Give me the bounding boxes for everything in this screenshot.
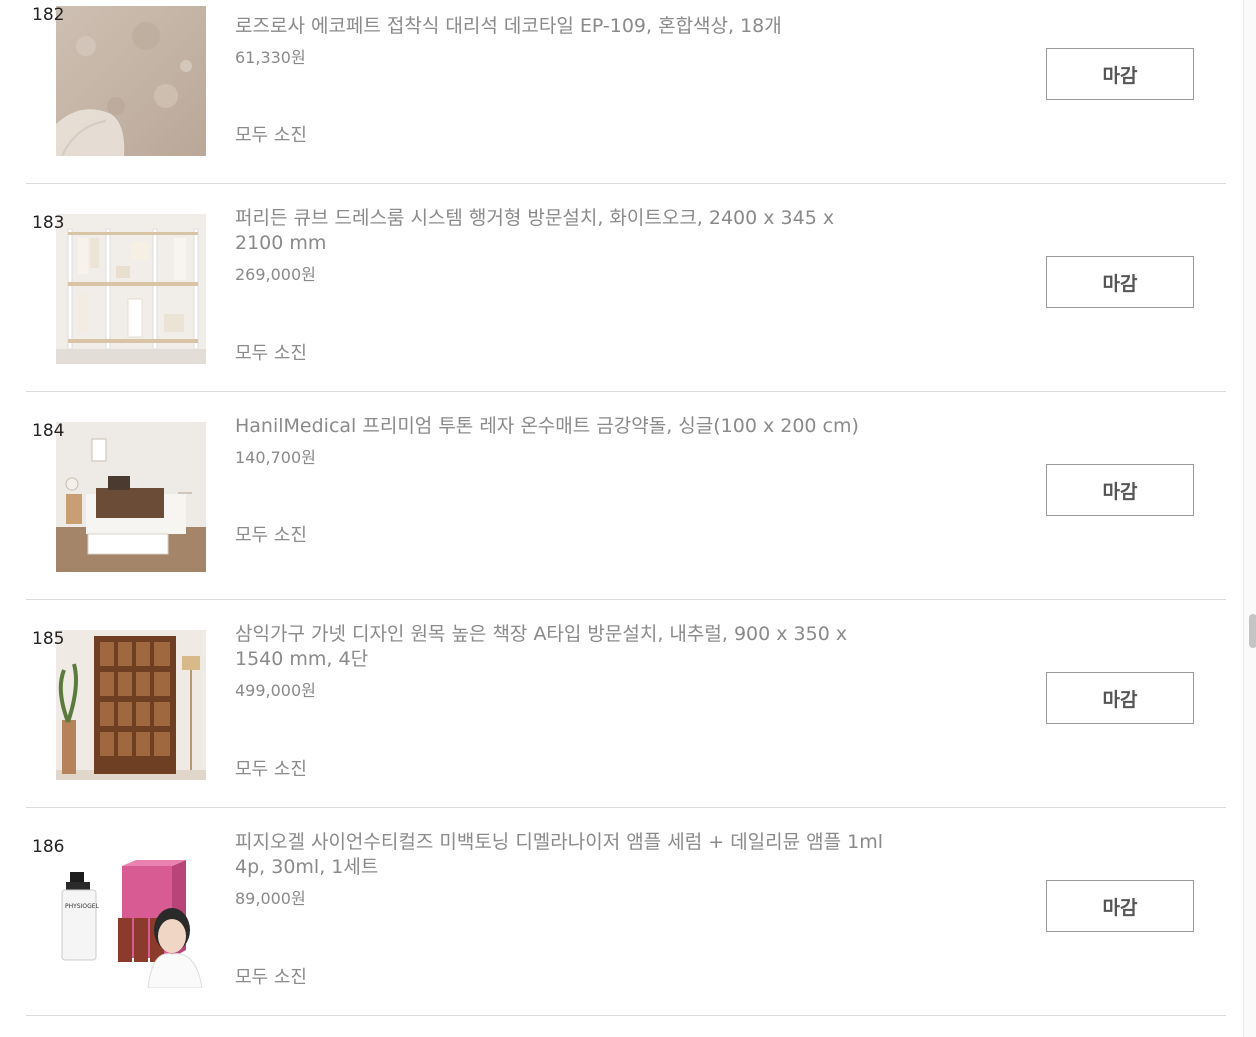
product-price: 89,000원 <box>235 889 306 908</box>
product-price: 499,000원 <box>235 681 316 700</box>
list-item: 186 PHYSIOGEL 피지오겔 사이언수티컬즈 미백토닝 디멜라나이저 앰… <box>26 808 1226 1016</box>
item-number: 183 <box>32 213 65 233</box>
item-number: 186 <box>32 837 65 857</box>
wooden-bookshelf-image[interactable] <box>56 630 206 780</box>
ampoule-serum-set-image[interactable]: PHYSIOGEL <box>56 838 206 988</box>
closed-button[interactable]: 마감 <box>1046 256 1194 308</box>
product-title[interactable]: 로즈로사 에코페트 접착식 대리석 데코타일 EP-109, 혼합색상, 18개 <box>235 14 885 39</box>
status-text: 모두 소진 <box>235 343 307 364</box>
vertical-scrollbar[interactable] <box>1243 0 1256 1037</box>
closed-button[interactable]: 마감 <box>1046 880 1194 932</box>
closed-button[interactable]: 마감 <box>1046 464 1194 516</box>
item-number: 185 <box>32 629 65 649</box>
closed-button[interactable]: 마감 <box>1046 672 1194 724</box>
item-number: 184 <box>32 421 65 441</box>
product-list: 182 로즈로사 에코페트 접착식 대리석 데코타일 EP-109, 혼합색상,… <box>26 0 1226 1016</box>
product-title[interactable]: 삼익가구 가넷 디자인 원목 높은 책장 A타입 방문설치, 내추럴, 900 … <box>235 622 885 672</box>
scrollbar-thumb[interactable] <box>1249 614 1256 648</box>
dressroom-hanger-image[interactable] <box>56 214 206 364</box>
product-title[interactable]: 퍼리든 큐브 드레스룸 시스템 행거형 방문설치, 화이트오크, 2400 x … <box>235 206 885 256</box>
brand-text: PHYSIOGEL <box>65 903 100 910</box>
list-item: 185 삼익가구 가넷 디자인 원목 높은 책장 A타입 방문설치, 내추럴, … <box>26 600 1226 808</box>
status-text: 모두 소진 <box>235 125 307 146</box>
product-title[interactable]: 피지오겔 사이언수티컬즈 미백토닝 디멜라나이저 앰플 세럼 + 데일리뮨 앰플… <box>235 830 885 880</box>
marble-tile-image[interactable] <box>56 6 206 156</box>
item-number: 182 <box>32 5 65 25</box>
list-item: 182 로즈로사 에코페트 접착식 대리석 데코타일 EP-109, 혼합색상,… <box>26 0 1226 184</box>
product-price: 61,330원 <box>235 48 306 67</box>
closed-button[interactable]: 마감 <box>1046 48 1194 100</box>
heated-mat-bed-image[interactable] <box>56 422 206 572</box>
list-item: 183 퍼리든 큐브 드레스룸 시스템 행거형 방문설치, 화이트오크, 240… <box>26 184 1226 392</box>
list-item: 184 HanilMedical 프리미엄 투톤 레자 온수매트 금강약돌, 싱… <box>26 392 1226 600</box>
product-price: 269,000원 <box>235 265 316 284</box>
product-title[interactable]: HanilMedical 프리미엄 투톤 레자 온수매트 금강약돌, 싱글(10… <box>235 414 885 439</box>
status-text: 모두 소진 <box>235 967 307 988</box>
status-text: 모두 소진 <box>235 759 307 780</box>
product-price: 140,700원 <box>235 448 316 467</box>
status-text: 모두 소진 <box>235 525 307 546</box>
